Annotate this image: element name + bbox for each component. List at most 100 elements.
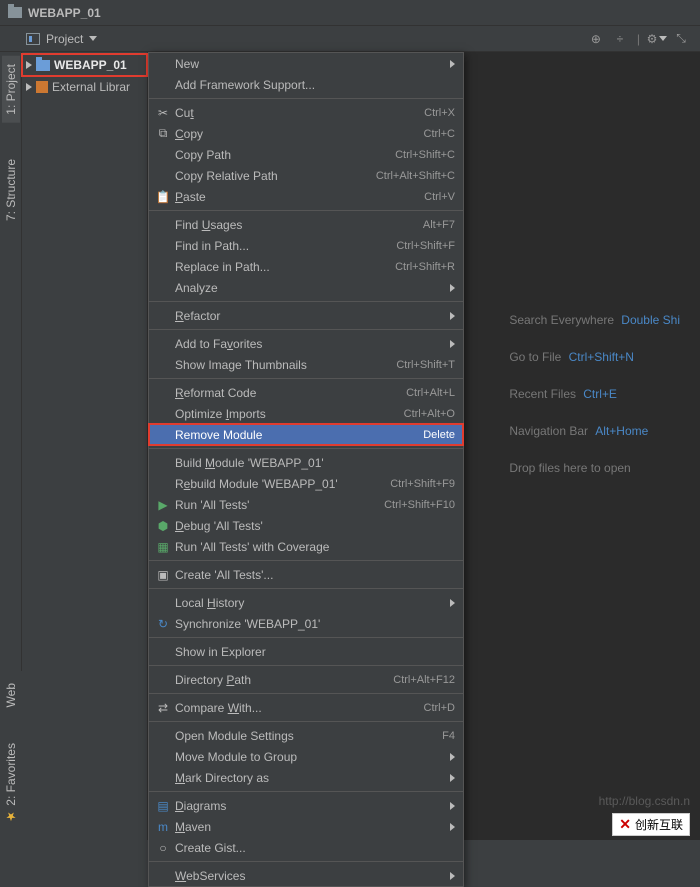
tab-project[interactable]: 1: Project (2, 56, 20, 123)
menu-separator (149, 665, 463, 666)
menu-item-label: Run 'All Tests' with Coverage (175, 540, 455, 554)
menu-item-label: Copy Relative Path (175, 169, 376, 183)
project-dropdown[interactable]: Project (4, 32, 97, 46)
menu-item-new[interactable]: New (149, 53, 463, 74)
menu-item-build-module-webapp-01[interactable]: Build Module 'WEBAPP_01' (149, 452, 463, 473)
menu-item-label: Replace in Path... (175, 260, 395, 274)
menu-item-paste[interactable]: 📋PasteCtrl+V (149, 186, 463, 207)
menu-item-analyze[interactable]: Analyze (149, 277, 463, 298)
menu-item-compare-with[interactable]: ⇄Compare With...Ctrl+D (149, 697, 463, 718)
maven-icon: m (155, 819, 171, 835)
menu-item-label: Compare With... (175, 701, 424, 715)
menu-item-reformat-code[interactable]: Reformat CodeCtrl+Alt+L (149, 382, 463, 403)
submenu-arrow-icon (450, 60, 455, 68)
menu-item-show-in-explorer[interactable]: Show in Explorer (149, 641, 463, 662)
tab-project-label: 1: Project (4, 64, 18, 115)
menu-item-show-image-thumbnails[interactable]: Show Image ThumbnailsCtrl+Shift+T (149, 354, 463, 375)
menu-item-maven[interactable]: mMaven (149, 816, 463, 837)
menu-item-mark-directory-as[interactable]: Mark Directory as (149, 767, 463, 788)
menu-separator (149, 693, 463, 694)
target-icon[interactable]: ⊕ (589, 32, 603, 46)
menu-item-find-in-path[interactable]: Find in Path...Ctrl+Shift+F (149, 235, 463, 256)
menu-item-label: Cut (175, 106, 424, 120)
tree-root-item[interactable]: WEBAPP_01 (22, 54, 147, 76)
menu-separator (149, 448, 463, 449)
menu-item-add-framework-support[interactable]: Add Framework Support... (149, 74, 463, 95)
hint-gotofile-label: Go to File (509, 350, 561, 364)
hide-icon[interactable]: ⤡ (674, 32, 688, 46)
menu-item-optimize-imports[interactable]: Optimize ImportsCtrl+Alt+O (149, 403, 463, 424)
menu-item-directory-path[interactable]: Directory PathCtrl+Alt+F12 (149, 669, 463, 690)
menu-item-label: Debug 'All Tests' (175, 519, 455, 533)
menu-item-synchronize-webapp-01[interactable]: ↻Synchronize 'WEBAPP_01' (149, 613, 463, 634)
folder-icon (8, 7, 22, 18)
separator: | (637, 32, 640, 46)
menu-item-run-all-tests-with-coverage[interactable]: ▦ Run 'All Tests' with Coverage (149, 536, 463, 557)
menu-item-label: New (175, 57, 444, 71)
menu-item-move-module-to-group[interactable]: Move Module to Group (149, 746, 463, 767)
menu-item-remove-module[interactable]: Remove ModuleDelete (149, 424, 463, 445)
menu-separator (149, 588, 463, 589)
menu-item-label: Optimize Imports (175, 407, 404, 421)
hint-recent-label: Recent Files (509, 387, 576, 401)
tree-root-label: WEBAPP_01 (54, 58, 127, 72)
menu-item-create-gist[interactable]: ○Create Gist... (149, 837, 463, 858)
menu-item-shortcut: Ctrl+Alt+Shift+C (376, 170, 455, 182)
menu-item-open-module-settings[interactable]: Open Module SettingsF4 (149, 725, 463, 746)
menu-item-label: Local History (175, 596, 444, 610)
menu-item-shortcut: F4 (442, 730, 455, 742)
hint-search-key: Double Shi (621, 313, 680, 327)
menu-item-label: Paste (175, 190, 424, 204)
watermark: http://blog.csdn.n (599, 794, 690, 808)
menu-item-create-all-tests[interactable]: ▣Create 'All Tests'... (149, 564, 463, 585)
left-tool-tabs-bottom: ★2: Favorites Web (0, 671, 22, 840)
gist-icon: ○ (155, 840, 171, 856)
tab-structure-label: 7: Structure (4, 159, 18, 221)
menu-item-label: Mark Directory as (175, 771, 444, 785)
menu-item-label: Analyze (175, 281, 444, 295)
menu-item-webservices[interactable]: WebServices (149, 865, 463, 886)
expand-arrow-icon[interactable] (26, 61, 32, 69)
tab-favorites[interactable]: ★2: Favorites (2, 735, 20, 832)
menu-item-copy[interactable]: ⧉CopyCtrl+C (149, 123, 463, 144)
menu-item-add-to-favorites[interactable]: Add to Favorites (149, 333, 463, 354)
menu-item-cut[interactable]: ✂CutCtrl+X (149, 102, 463, 123)
menu-separator (149, 560, 463, 561)
menu-item-debug-all-tests[interactable]: ⬢Debug 'All Tests' (149, 515, 463, 536)
menu-item-replace-in-path[interactable]: Replace in Path...Ctrl+Shift+R (149, 256, 463, 277)
menu-item-refactor[interactable]: Refactor (149, 305, 463, 326)
menu-item-shortcut: Ctrl+Shift+R (395, 261, 455, 273)
menu-item-shortcut: Ctrl+Shift+C (395, 149, 455, 161)
menu-item-shortcut: Ctrl+D (424, 702, 455, 714)
menu-item-label: Run 'All Tests' (175, 498, 384, 512)
menu-separator (149, 98, 463, 99)
hint-search-label: Search Everywhere (509, 313, 614, 327)
menu-item-label: Find in Path... (175, 239, 396, 253)
tab-web[interactable]: Web (2, 675, 20, 715)
coverage-icon: ▦ (155, 539, 171, 555)
menu-item-label: Show Image Thumbnails (175, 358, 396, 372)
tree-external-item[interactable]: External Librar (22, 76, 147, 98)
expand-arrow-icon[interactable] (26, 83, 32, 91)
menu-item-local-history[interactable]: Local History (149, 592, 463, 613)
tab-structure[interactable]: 7: Structure (2, 151, 20, 229)
editor-hints: Search Everywhere Double Shi Go to File … (509, 312, 680, 497)
menu-item-rebuild-module-webapp-01[interactable]: Rebuild Module 'WEBAPP_01'Ctrl+Shift+F9 (149, 473, 463, 494)
project-dropdown-label: Project (42, 32, 85, 46)
submenu-arrow-icon (450, 774, 455, 782)
tab-favorites-label: 2: Favorites (4, 743, 18, 806)
menu-item-find-usages[interactable]: Find UsagesAlt+F7 (149, 214, 463, 235)
logo-badge: ✕创新互联 (612, 813, 690, 836)
project-icon (26, 33, 40, 45)
menu-item-copy-path[interactable]: Copy PathCtrl+Shift+C (149, 144, 463, 165)
menu-item-label: Rebuild Module 'WEBAPP_01' (175, 477, 390, 491)
hint-navbar-label: Navigation Bar (509, 424, 588, 438)
menu-separator (149, 210, 463, 211)
collapse-icon[interactable]: ÷ (613, 32, 627, 46)
menu-item-label: Add Framework Support... (175, 78, 455, 92)
project-tree: WEBAPP_01 External Librar (22, 52, 148, 840)
menu-item-diagrams[interactable]: ▤Diagrams (149, 795, 463, 816)
menu-item-copy-relative-path[interactable]: Copy Relative PathCtrl+Alt+Shift+C (149, 165, 463, 186)
menu-item-run-all-tests[interactable]: ▶Run 'All Tests'Ctrl+Shift+F10 (149, 494, 463, 515)
gear-icon[interactable]: ⚙ (650, 32, 664, 46)
